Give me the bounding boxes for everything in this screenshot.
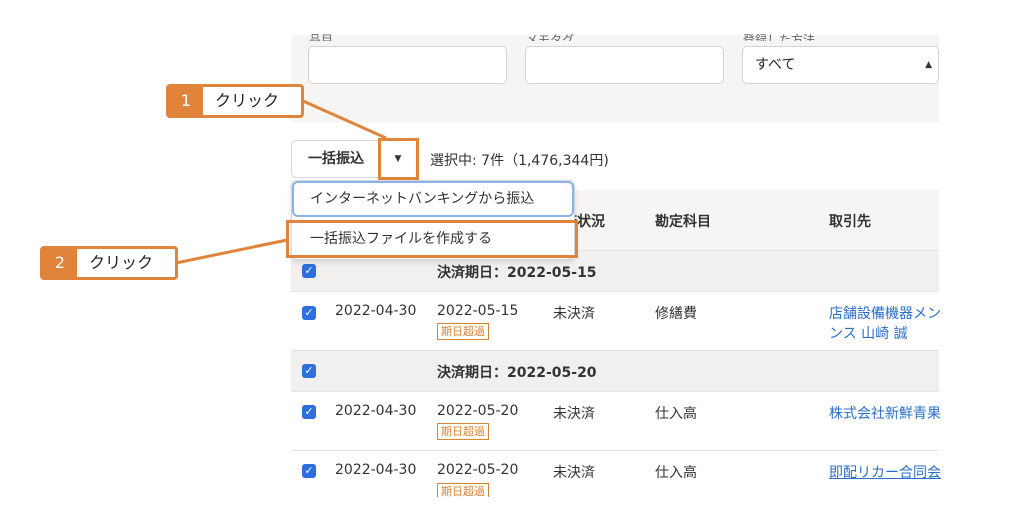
callout-text: クリック [89,253,154,272]
highlight-caret [378,138,419,180]
callout-number: 2 [43,249,77,277]
callout-step-1: 1 クリック [166,84,304,118]
callout-number: 1 [169,87,203,115]
callout-text: クリック [215,91,280,110]
highlight-create-file [286,220,578,258]
callout-step-2: 2 クリック [40,246,178,280]
connector-line-1 [302,99,387,140]
connector-line-2 [175,238,288,265]
